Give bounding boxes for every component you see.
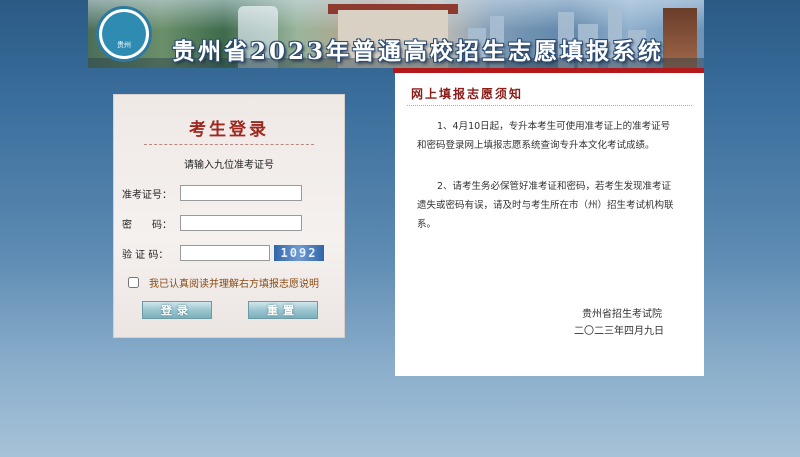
login-button[interactable]: 登录	[142, 301, 212, 319]
exam-authority-logo: 贵州	[96, 6, 152, 62]
notice-title: 网上填报志愿须知	[411, 87, 524, 101]
exam-id-input[interactable]	[180, 185, 302, 201]
login-title: 考生登录	[189, 120, 269, 140]
agree-checkbox[interactable]	[128, 277, 139, 288]
password-row: 密 码：	[122, 214, 302, 232]
captcha-input[interactable]	[180, 245, 270, 261]
login-divider	[144, 144, 314, 145]
exam-id-label: 准考证号：	[122, 189, 172, 201]
captcha-image[interactable]: 1092	[274, 245, 324, 261]
login-panel: 考生登录 请输入九位准考证号 准考证号： 密 码： 验 证 码： 1092 我已…	[113, 94, 345, 338]
exam-id-row: 准考证号：	[122, 184, 302, 202]
logo-emblem-icon: 贵州	[102, 12, 146, 56]
agree-checkbox-row[interactable]: 我已认真阅读并理解右方填报志愿说明	[128, 275, 319, 290]
agree-label: 我已认真阅读并理解右方填报志愿说明	[149, 279, 319, 290]
reset-button[interactable]: 重置	[248, 301, 318, 319]
logo-text: 贵州	[117, 41, 131, 49]
notice-paragraph-2: 2、请考生务必保管好准考证和密码，若考生发现准考证遗失或密码有误，请及时与考生所…	[417, 181, 674, 230]
notice-paragraph-1: 1、4月10日起，专升本考生可使用准考证上的准考证号和密码登录网上填报志愿系统查…	[417, 121, 671, 151]
notice-signature-date: 二〇二三年四月九日	[574, 326, 664, 337]
captcha-row: 验 证 码： 1092	[122, 244, 324, 262]
password-label: 密 码：	[122, 219, 172, 231]
login-hint: 请输入九位准考证号	[184, 160, 274, 171]
system-title: 贵州省2023年普通高校招生志愿填报系统	[172, 38, 665, 65]
notice-panel: 网上填报志愿须知 1、4月10日起，专升本考生可使用准考证上的准考证号和密码登录…	[395, 73, 704, 376]
captcha-label: 验 证 码：	[122, 249, 169, 261]
header-banner: 贵州 贵州省2023年普通高校招生志愿填报系统	[88, 0, 704, 68]
notice-signature-org: 贵州省招生考试院	[582, 309, 662, 320]
password-input[interactable]	[180, 215, 302, 231]
notice-divider	[407, 105, 692, 106]
